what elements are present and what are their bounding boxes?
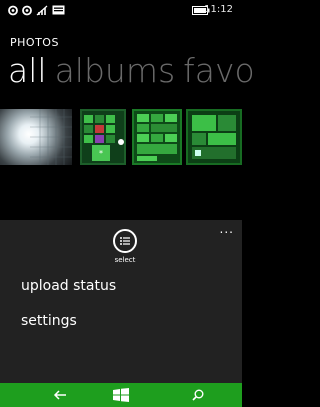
app-bar: select ... upload status settings bbox=[0, 220, 242, 383]
windows-logo-icon bbox=[113, 388, 129, 402]
select-icon bbox=[120, 237, 130, 245]
pivot-item-albums[interactable]: albums bbox=[55, 51, 176, 90]
signal-icon bbox=[36, 5, 48, 16]
back-button[interactable] bbox=[40, 383, 80, 407]
photo-thumbnail[interactable]: * bbox=[80, 109, 126, 165]
select-label: select bbox=[114, 256, 136, 264]
photo-thumbnail[interactable] bbox=[186, 109, 242, 165]
select-button[interactable] bbox=[113, 229, 137, 253]
photo-grid: * bbox=[0, 109, 242, 165]
pivot-item-favorites[interactable]: favo bbox=[183, 51, 255, 90]
search-icon bbox=[192, 389, 204, 401]
back-arrow-icon bbox=[53, 390, 66, 400]
status-bar: 11:12 bbox=[0, 0, 242, 22]
svg-text:*: * bbox=[99, 149, 103, 158]
app-title: PHOTOS bbox=[10, 36, 59, 49]
pivot-header: all albums favo bbox=[8, 51, 263, 91]
menu-item-upload-status[interactable]: upload status bbox=[21, 278, 116, 294]
pivot-item-all[interactable]: all bbox=[8, 51, 47, 90]
nfc-icon bbox=[22, 5, 32, 16]
nfc-icon bbox=[8, 5, 18, 16]
more-button[interactable]: ... bbox=[220, 222, 234, 236]
menu-item-settings[interactable]: settings bbox=[21, 313, 77, 329]
start-button[interactable] bbox=[101, 383, 141, 407]
photo-thumbnail[interactable] bbox=[132, 109, 182, 165]
search-button[interactable] bbox=[178, 383, 218, 407]
status-time: 11:12 bbox=[204, 4, 233, 15]
message-icon bbox=[52, 5, 65, 15]
navigation-bar bbox=[0, 383, 242, 407]
photo-thumbnail[interactable] bbox=[0, 109, 72, 165]
